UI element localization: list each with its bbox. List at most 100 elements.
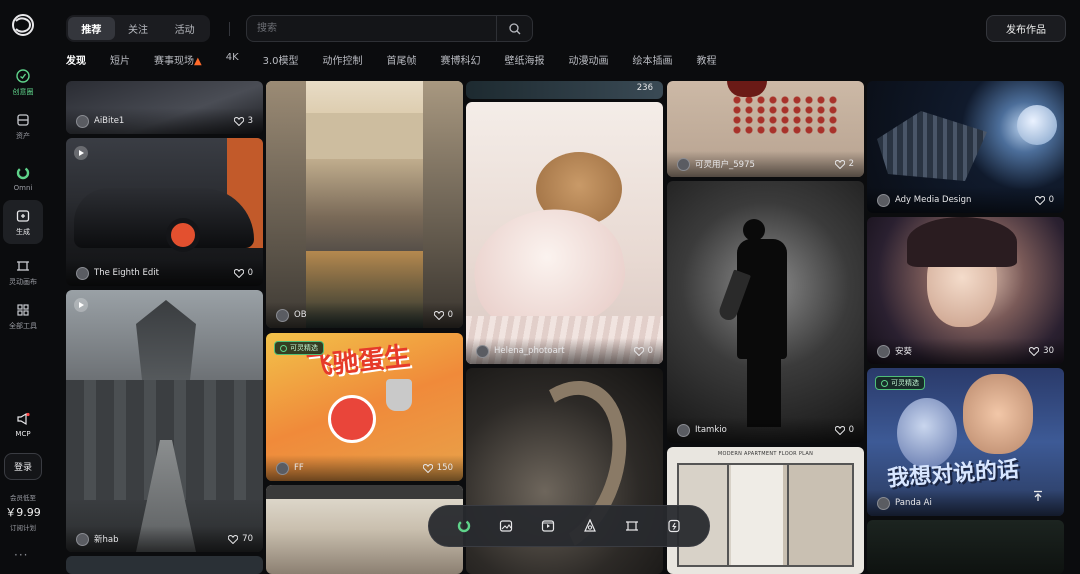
card-meta: AiBite1 3 bbox=[66, 108, 263, 134]
planet bbox=[1017, 105, 1057, 145]
username[interactable]: OB bbox=[294, 310, 434, 320]
username[interactable]: 新hab bbox=[94, 533, 228, 545]
feed-card-7[interactable]: 可灵用户_5975 2 bbox=[667, 81, 864, 177]
feed-card-2[interactable]: The Eighth Edit 0 bbox=[66, 138, 263, 286]
sidebar-item-assets[interactable]: 资产 bbox=[3, 104, 43, 148]
feed-card-10[interactable]: Ady Media Design 0 bbox=[867, 81, 1064, 213]
play-icon[interactable] bbox=[74, 146, 88, 160]
search-button[interactable] bbox=[496, 16, 532, 41]
spaceship bbox=[877, 111, 987, 181]
category-motion-control[interactable]: 动作控制 bbox=[323, 52, 363, 68]
avatar[interactable] bbox=[76, 532, 89, 546]
kling-logo-icon[interactable] bbox=[10, 12, 36, 38]
tab-following[interactable]: 关注 bbox=[115, 17, 162, 40]
like-button[interactable]: 0 bbox=[1034, 195, 1054, 205]
more-icon[interactable]: ··· bbox=[14, 548, 28, 562]
like-button[interactable]: 0 bbox=[834, 425, 854, 435]
category-wallpaper-poster[interactable]: 壁纸海报 bbox=[505, 52, 545, 68]
sidebar-item-mcp[interactable]: MCP bbox=[3, 402, 43, 446]
feed-card-partial-bottom[interactable] bbox=[867, 520, 1064, 574]
sidebar-item-generate[interactable]: 生成 bbox=[3, 200, 43, 244]
username[interactable]: Ady Media Design bbox=[895, 195, 1035, 205]
membership-promo[interactable]: 会员低至 ￥9.99 订阅计划 bbox=[2, 492, 44, 532]
feed-card-3[interactable]: 新hab 70 bbox=[66, 290, 263, 552]
category-discover[interactable]: 发现 bbox=[66, 52, 86, 68]
sidebar-item-canvas[interactable]: 灵动画布 bbox=[3, 250, 43, 294]
megaphone-icon bbox=[15, 411, 31, 427]
category-tutorials[interactable]: 教程 bbox=[697, 52, 717, 68]
username[interactable]: Helena_photoart bbox=[494, 346, 634, 356]
tab-recommend[interactable]: 推荐 bbox=[68, 17, 115, 40]
avatar[interactable] bbox=[677, 423, 690, 437]
avatar[interactable] bbox=[276, 461, 289, 475]
play-icon[interactable] bbox=[74, 298, 88, 312]
like-button[interactable]: 0 bbox=[633, 346, 653, 356]
search-box bbox=[246, 15, 533, 42]
like-count: 0 bbox=[647, 346, 653, 356]
username[interactable]: AiBite1 bbox=[94, 116, 234, 126]
username[interactable]: FF bbox=[294, 463, 423, 473]
like-button[interactable]: 70 bbox=[228, 534, 253, 544]
category-cyber-scifi[interactable]: 赛博科幻 bbox=[441, 52, 481, 68]
category-4k[interactable]: 4K bbox=[226, 52, 239, 68]
username[interactable]: 可灵用户_5975 bbox=[695, 158, 835, 170]
category-anime[interactable]: 动漫动画 bbox=[569, 52, 609, 68]
compass-icon bbox=[15, 68, 31, 84]
feed-card-5[interactable]: 飞驰蛋生 可灵精选 FF 150 bbox=[266, 333, 463, 481]
category-model-3[interactable]: 3.0模型 bbox=[263, 52, 299, 68]
toolbar-omni-button[interactable] bbox=[453, 515, 475, 537]
card-meta: Itamkio 0 bbox=[667, 417, 864, 443]
avatar[interactable] bbox=[677, 157, 690, 171]
sidebar-item-label: Omni bbox=[13, 183, 33, 192]
avatar[interactable] bbox=[877, 496, 890, 510]
tab-events[interactable]: 活动 bbox=[161, 17, 208, 40]
like-count: 3 bbox=[247, 116, 253, 126]
category-live-events[interactable]: 赛事现场▲ bbox=[154, 52, 202, 68]
car-wheel bbox=[166, 218, 200, 252]
sidebar-item-all-tools[interactable]: 全部工具 bbox=[3, 294, 43, 338]
like-button[interactable]: 0 bbox=[433, 310, 453, 320]
badge-label: 可灵精选 bbox=[891, 379, 919, 387]
toolbar-effects-button[interactable] bbox=[579, 515, 601, 537]
sound-icon bbox=[668, 519, 680, 533]
avatar[interactable] bbox=[276, 308, 289, 322]
avatar[interactable] bbox=[877, 344, 890, 358]
category-picture-book[interactable]: 绘本插画 bbox=[633, 52, 673, 68]
avatar[interactable] bbox=[476, 344, 489, 358]
category-first-last-frame[interactable]: 首尾帧 bbox=[387, 52, 417, 68]
username[interactable]: The Eighth Edit bbox=[94, 268, 234, 278]
toolbar-image-button[interactable] bbox=[495, 515, 517, 537]
publish-button[interactable]: 发布作品 bbox=[986, 15, 1066, 42]
avatar[interactable] bbox=[877, 193, 890, 207]
username[interactable]: 安葵 bbox=[895, 345, 1029, 357]
category-short-films[interactable]: 短片 bbox=[110, 52, 130, 68]
wall-line bbox=[727, 463, 729, 567]
toolbar-sound-button[interactable] bbox=[663, 515, 685, 537]
login-button[interactable]: 登录 bbox=[4, 453, 42, 480]
avatar[interactable] bbox=[76, 114, 89, 128]
feed-card-8[interactable]: Itamkio 0 bbox=[667, 181, 864, 443]
sidebar-item-label: 生成 bbox=[16, 227, 30, 236]
like-button[interactable]: 2 bbox=[834, 159, 854, 169]
heart-icon bbox=[422, 463, 433, 473]
back-to-top-button[interactable] bbox=[1028, 486, 1048, 506]
red-beans bbox=[731, 95, 841, 135]
sidebar-item-omni[interactable]: Omni bbox=[3, 156, 43, 200]
feed-card-partial[interactable] bbox=[66, 556, 263, 574]
like-button[interactable]: 30 bbox=[1029, 346, 1054, 356]
feed-card-1[interactable]: AiBite1 3 bbox=[66, 81, 263, 134]
sidebar-item-label: 全部工具 bbox=[9, 321, 37, 330]
feed-card-6[interactable]: Helena_photoart 0 bbox=[466, 102, 663, 364]
avatar[interactable] bbox=[76, 266, 89, 280]
search-input[interactable] bbox=[257, 16, 487, 41]
feed-card-partial-top[interactable]: 236 bbox=[466, 81, 663, 99]
like-button[interactable]: 3 bbox=[233, 116, 253, 126]
sidebar-item-community[interactable]: 创意圈 bbox=[3, 60, 43, 104]
feed-card-11[interactable]: 安葵 30 bbox=[867, 217, 1064, 364]
feed-card-4[interactable]: OB 0 bbox=[266, 81, 463, 328]
toolbar-video-button[interactable] bbox=[537, 515, 559, 537]
username[interactable]: Itamkio bbox=[695, 425, 835, 435]
like-button[interactable]: 0 bbox=[233, 268, 253, 278]
like-button[interactable]: 150 bbox=[422, 463, 453, 473]
toolbar-crop-button[interactable] bbox=[621, 515, 643, 537]
